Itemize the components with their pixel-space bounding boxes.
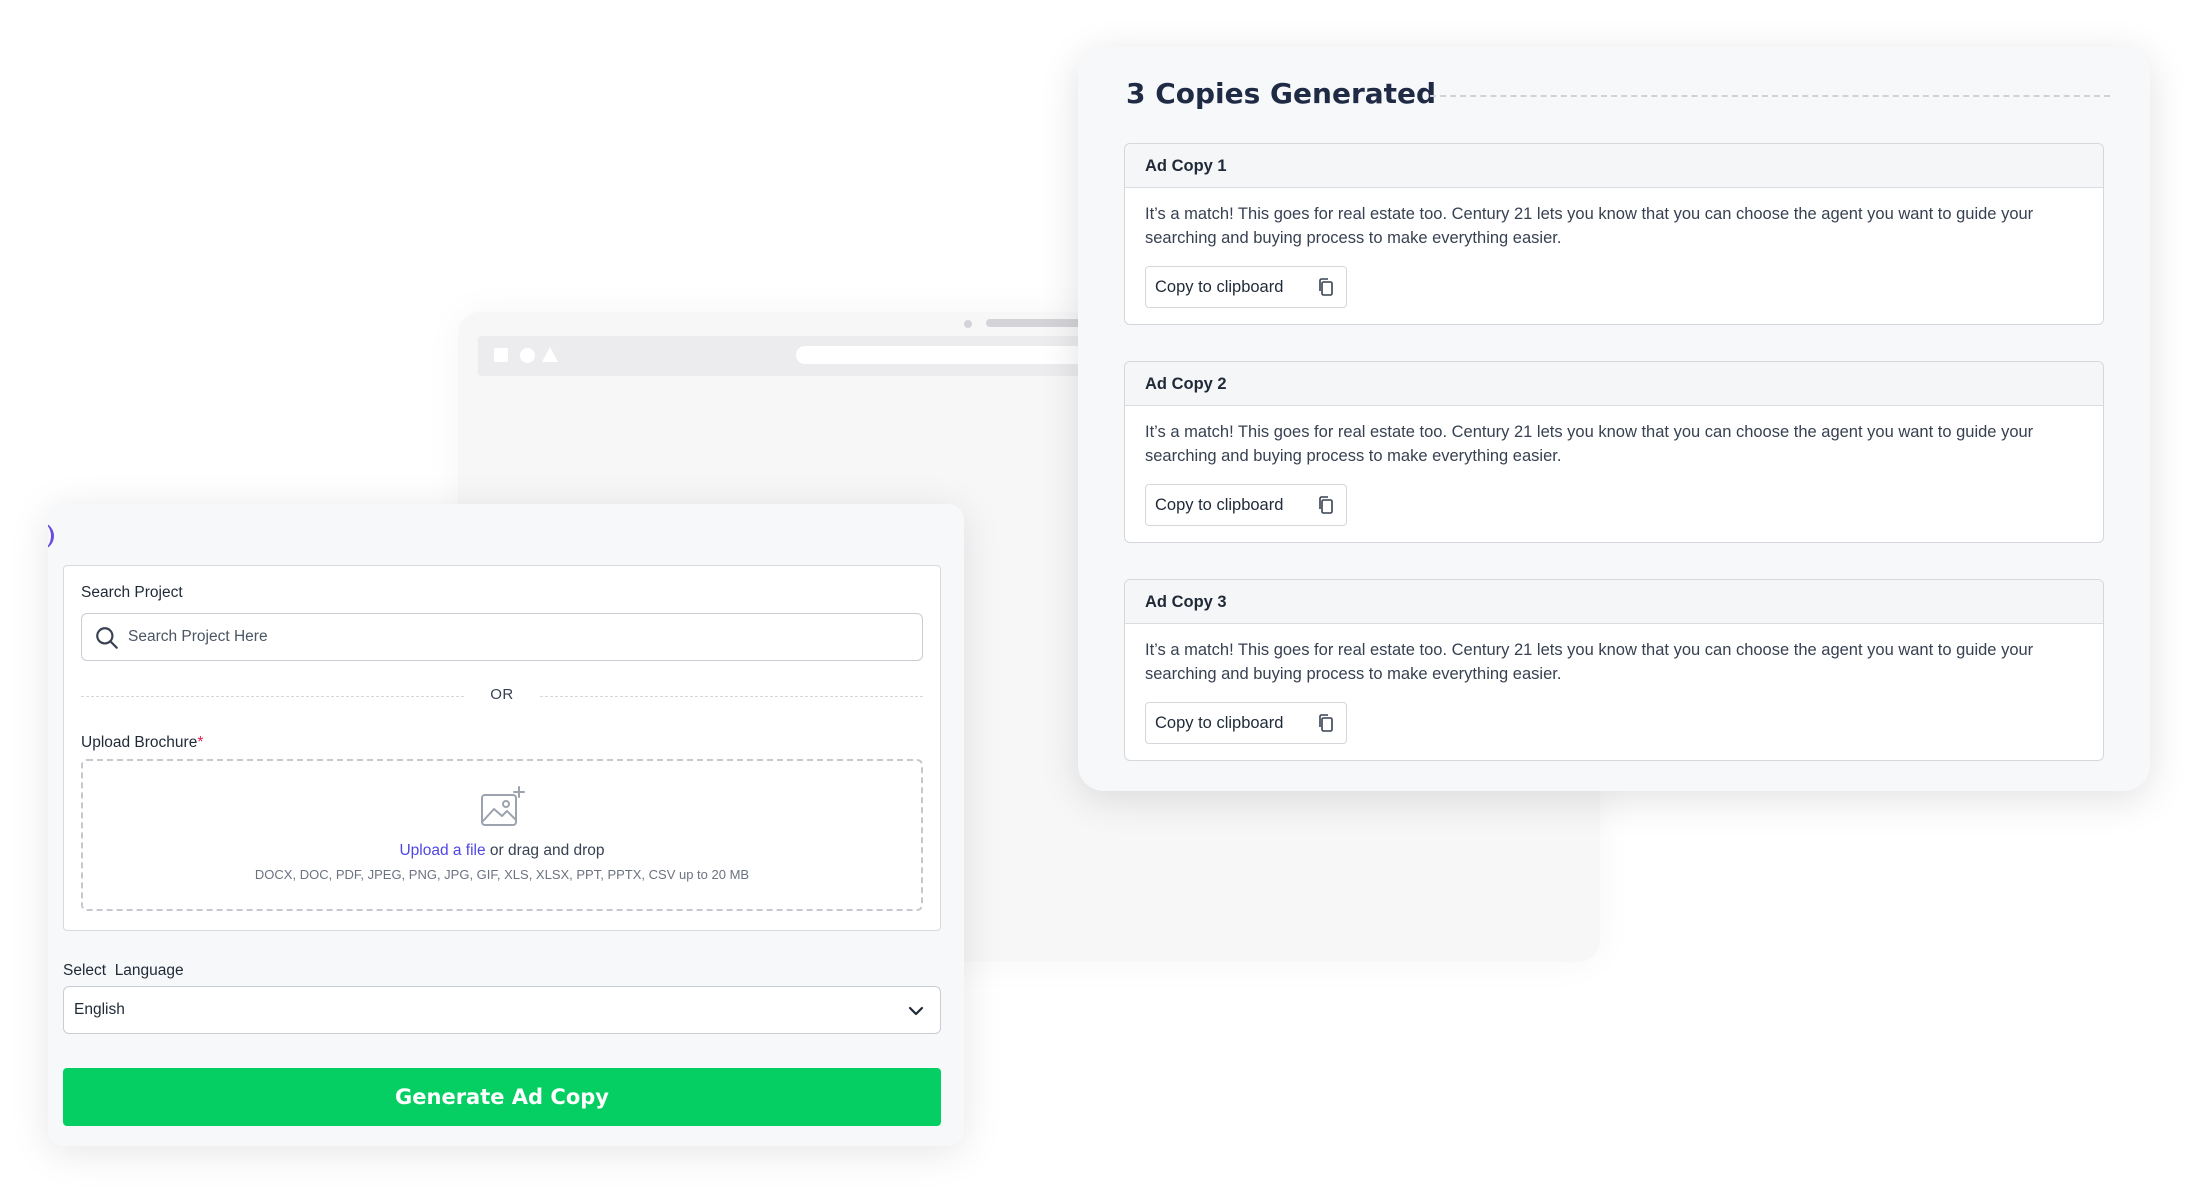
language-select[interactable]: English: [63, 986, 941, 1034]
ad-copy-header: Ad Copy 1: [1125, 144, 2103, 188]
brochure-dropzone[interactable]: Upload a file or drag and drop DOCX, DOC…: [81, 759, 923, 911]
drag-drop-text: or drag and drop: [485, 842, 605, 859]
ad-copy-text: It’s a match! This goes for real estate …: [1145, 205, 2034, 247]
upload-instructions: Upload a file or drag and drop: [83, 842, 921, 860]
ad-copy-card: Ad Copy 1 It’s a match! This goes for re…: [1124, 143, 2104, 325]
search-icon: [96, 627, 118, 649]
copy-icon: [1319, 278, 1333, 296]
file-types-hint: DOCX, DOC, PDF, JPEG, PNG, JPG, GIF, XLS…: [254, 867, 750, 882]
copy-button-label: Copy to clipboard: [1155, 713, 1284, 732]
search-project-input[interactable]: [128, 614, 908, 659]
triangle-icon: [542, 347, 558, 362]
divider-right: [540, 696, 923, 697]
stage: www.your-website.com Search Project OR U…: [0, 0, 2193, 1190]
ad-copy-text: It’s a match! This goes for real estate …: [1145, 641, 2034, 683]
results-title: 3 Copies Generated: [1126, 77, 1437, 110]
circle-icon: [520, 348, 535, 363]
image-upload-icon: [481, 786, 525, 826]
ad-copy-form: Search Project OR Upload Brochure*: [48, 504, 964, 1146]
upload-brochure-label-text: Upload Brochure: [81, 734, 198, 751]
square-icon: [494, 348, 508, 362]
ad-copy-title: Ad Copy 2: [1145, 375, 1227, 393]
copy-button-label: Copy to clipboard: [1155, 277, 1284, 296]
ad-copy-header: Ad Copy 2: [1125, 362, 2103, 406]
browser-indicator-pill: [986, 319, 1086, 327]
project-source-panel: Search Project OR Upload Brochure*: [63, 565, 941, 931]
upload-brochure-label: Upload Brochure*: [81, 734, 203, 752]
ad-copy-header: Ad Copy 3: [1125, 580, 2103, 624]
or-separator: OR: [490, 686, 514, 703]
results-panel: 3 Copies Generated Ad Copy 1 It’s a matc…: [1078, 47, 2150, 791]
copy-to-clipboard-button[interactable]: Copy to clipboard: [1145, 702, 1347, 744]
ad-copy-text: It’s a match! This goes for real estate …: [1145, 423, 2034, 465]
ad-copy-card: Ad Copy 3 It’s a match! This goes for re…: [1124, 579, 2104, 761]
generate-ad-copy-button[interactable]: Generate Ad Copy: [63, 1068, 941, 1126]
copy-icon: [1319, 714, 1333, 732]
language-selected-value: English: [74, 1001, 125, 1018]
search-project-field[interactable]: [81, 613, 923, 661]
chevron-down-icon: [908, 1006, 924, 1016]
select-language-label: Select Language: [63, 962, 184, 980]
copy-to-clipboard-button[interactable]: Copy to clipboard: [1145, 266, 1347, 308]
select-language-text: Select Language: [63, 962, 184, 979]
upload-file-link[interactable]: Upload a file: [399, 842, 485, 859]
divider-left: [81, 696, 464, 697]
ad-copy-title: Ad Copy 3: [1145, 593, 1227, 611]
copy-to-clipboard-button[interactable]: Copy to clipboard: [1145, 484, 1347, 526]
required-mark: *: [197, 734, 204, 751]
accent-mark: [48, 522, 54, 550]
copy-button-label: Copy to clipboard: [1155, 495, 1284, 514]
ad-copy-title: Ad Copy 1: [1145, 157, 1227, 175]
title-divider: [1430, 95, 2110, 97]
ad-copy-card: Ad Copy 2 It’s a match! This goes for re…: [1124, 361, 2104, 543]
copy-icon: [1319, 496, 1333, 514]
browser-indicator-dot: [964, 320, 972, 328]
search-project-label: Search Project: [81, 584, 183, 601]
